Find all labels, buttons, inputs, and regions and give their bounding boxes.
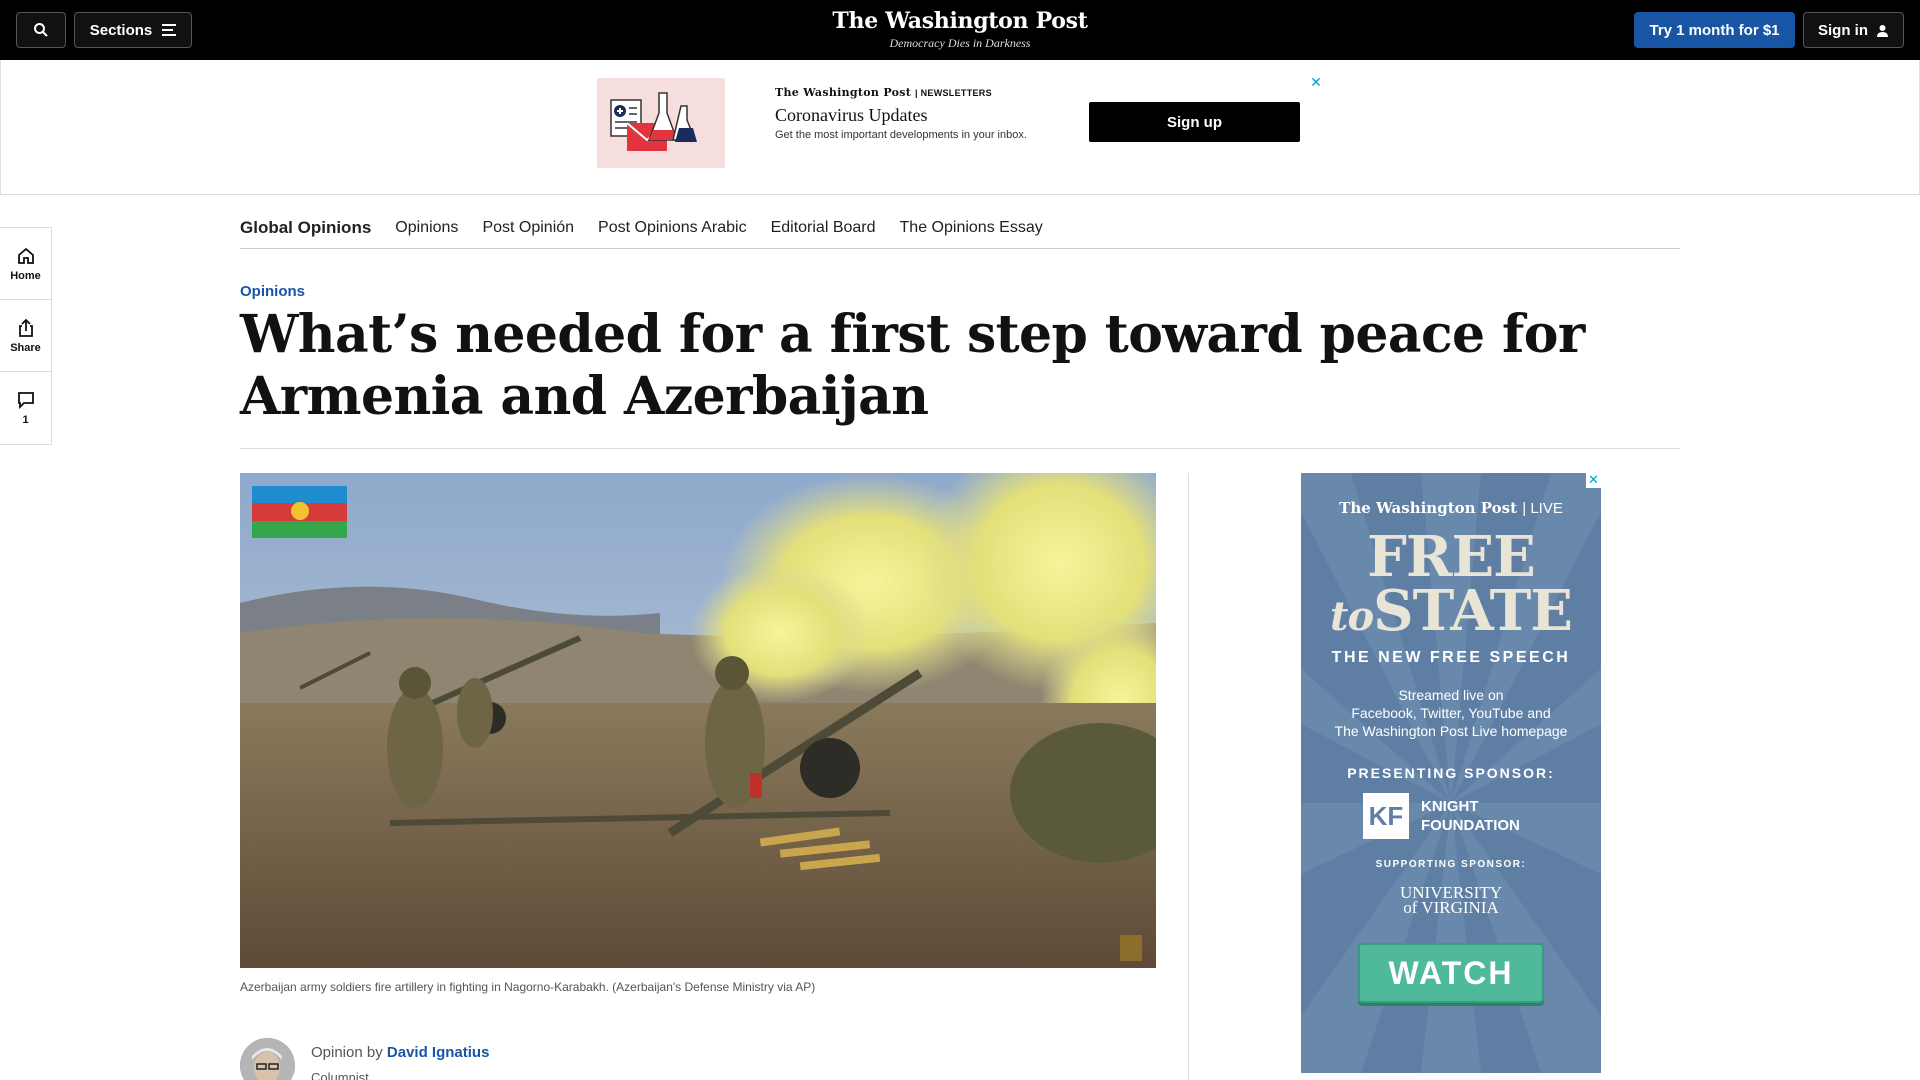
live-brand: The Washington Post | LIVE	[1301, 499, 1601, 517]
ad-supporting-sponsor-label: SUPPORTING SPONSOR:	[1375, 859, 1527, 870]
article-kicker[interactable]: Opinions	[240, 283, 305, 300]
rail-share-button[interactable]: Share	[0, 300, 51, 372]
home-icon	[17, 247, 34, 264]
article-headline: What’s needed for a first step toward pe…	[240, 304, 1585, 427]
sign-in-button[interactable]: Sign in	[1803, 12, 1904, 48]
side-ad-close-icon[interactable]: ✕	[1586, 473, 1601, 488]
newsletter-description: Get the most important developments in y…	[775, 129, 1027, 141]
ad-stream-info: Streamed live on Facebook, Twitter, YouT…	[1301, 686, 1601, 740]
user-icon	[1877, 24, 1888, 37]
section-nav-opinions-essay[interactable]: The Opinions Essay	[900, 219, 1043, 237]
newsletter-illustration	[597, 78, 725, 168]
newsletter-brand: The Washington Post | NEWSLETTERS	[775, 86, 992, 99]
knight-foundation-logo: KF KNIGHT FOUNDATION	[1363, 791, 1543, 841]
live-brand-suffix: | LIVE	[1522, 500, 1563, 517]
washington-post-logo: The Washington Post	[832, 8, 1088, 34]
section-nav-opinions[interactable]: Opinions	[395, 219, 458, 237]
column-divider	[1188, 473, 1189, 1080]
newsletter-brand-suffix: | NEWSLETTERS	[914, 88, 992, 98]
watch-button[interactable]: WATCH	[1358, 943, 1544, 1003]
live-brand-logo: The Washington Post	[1339, 499, 1518, 517]
sections-button[interactable]: Sections	[74, 12, 192, 48]
newsletter-signup-button[interactable]: Sign up	[1089, 102, 1300, 142]
menu-icon	[162, 24, 177, 36]
rail-comments-count: 1	[22, 414, 29, 426]
sign-in-label: Sign in	[1818, 21, 1868, 39]
author-link[interactable]: David Ignatius	[387, 1044, 490, 1061]
share-icon	[18, 318, 33, 337]
ad-stream-line-3: The Washington Post Live homepage	[1334, 723, 1568, 739]
rail-comments-button[interactable]: 1	[0, 372, 51, 444]
sections-label: Sections	[89, 21, 153, 39]
brand-logo[interactable]: The Washington Post Democracy Dies in Da…	[760, 8, 1160, 51]
knight-line-1: KNIGHT	[1421, 798, 1479, 815]
comment-icon	[17, 392, 34, 410]
ad-state-title: toSTATE	[1301, 583, 1601, 645]
newsletter-ad-banner: The Washington Post | NEWSLETTERS Corona…	[0, 60, 1920, 195]
rail-home-button[interactable]: Home	[0, 228, 51, 300]
wapo-live-ad[interactable]: The Washington Post | LIVE FREE toSTATE …	[1301, 473, 1601, 1073]
ad-to-text: to	[1330, 593, 1374, 640]
section-nav-post-opinion[interactable]: Post Opinión	[482, 219, 574, 237]
byline-prefix: Opinion by	[311, 1044, 383, 1061]
section-nav-editorial-board[interactable]: Editorial Board	[771, 219, 876, 237]
try-subscription-button[interactable]: Try 1 month for $1	[1634, 12, 1795, 48]
search-button[interactable]	[16, 12, 66, 48]
newsletter-title: Coronavirus Updates	[775, 105, 928, 125]
article-byline: Opinion by David Ignatius	[311, 1044, 489, 1061]
ad-stream-line-2: Facebook, Twitter, YouTube and	[1351, 705, 1551, 721]
section-nav-post-opinions-arabic[interactable]: Post Opinions Arabic	[598, 219, 747, 237]
newsletter-brand-logo: The Washington Post	[775, 86, 912, 99]
section-navigation: Global Opinions Opinions Post Opinión Po…	[240, 208, 1680, 249]
author-role: Columnist	[311, 1070, 369, 1080]
author-avatar[interactable]	[240, 1038, 295, 1080]
ad-presenting-sponsor-label: PRESENTING SPONSOR:	[1347, 765, 1555, 781]
left-share-rail: Home Share 1	[0, 227, 52, 445]
knight-foundation-icon: KF	[1363, 793, 1409, 839]
ad-free-title: FREE	[1367, 524, 1536, 590]
knight-line-2: FOUNDATION	[1421, 817, 1520, 834]
rail-home-label: Home	[10, 269, 41, 282]
photo-caption: Azerbaijan army soldiers fire artillery …	[240, 980, 816, 994]
headline-divider	[240, 448, 1680, 449]
ad-close-icon[interactable]: ✕	[1309, 75, 1323, 89]
ad-subtitle: THE NEW FREE SPEECH	[1331, 649, 1571, 666]
search-icon	[34, 23, 48, 37]
section-nav-global-opinions[interactable]: Global Opinions	[240, 218, 371, 238]
ad-stream-line-1: Streamed live on	[1398, 687, 1504, 703]
ad-content: The Washington Post | LIVE FREE toSTATE …	[1301, 473, 1601, 1073]
knight-foundation-name: KNIGHT FOUNDATION	[1421, 797, 1520, 835]
uva-line-2: of VIRGINIA	[1403, 898, 1499, 917]
uva-logo: UNIVERSITY of VIRGINIA	[1301, 875, 1601, 917]
rail-share-label: Share	[10, 341, 41, 354]
article-lead-photo	[240, 473, 1156, 968]
ad-state-text: STATE	[1373, 578, 1573, 644]
brand-tagline: Democracy Dies in Darkness	[889, 36, 1031, 50]
top-navigation-bar: Sections The Washington Post Democracy D…	[0, 0, 1920, 60]
